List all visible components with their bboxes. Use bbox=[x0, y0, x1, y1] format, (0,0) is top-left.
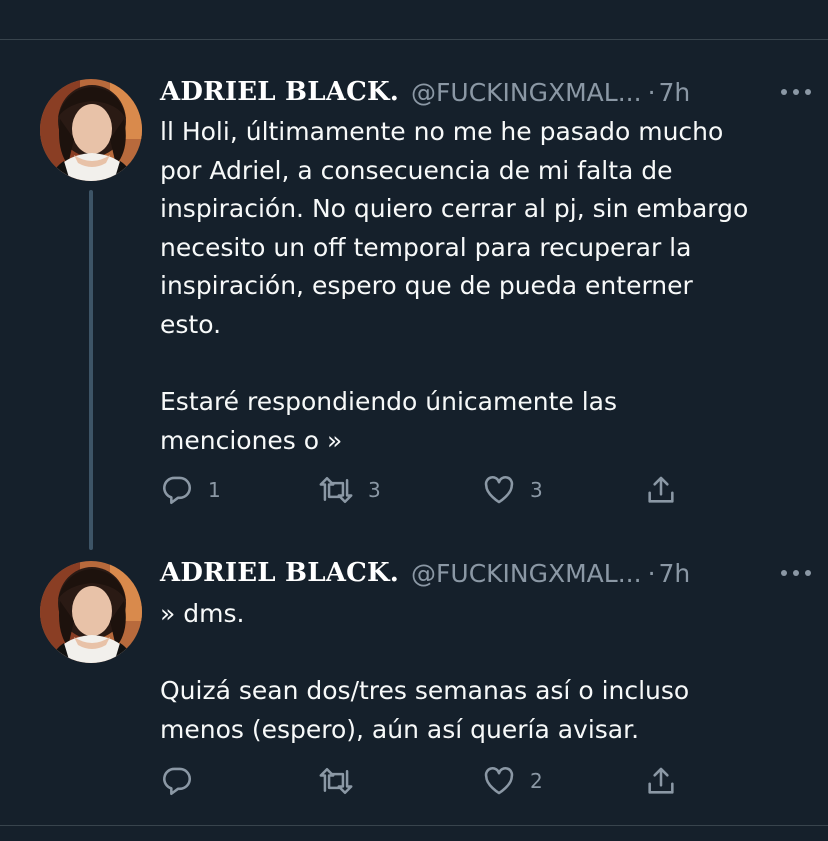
retweet-button[interactable] bbox=[318, 761, 368, 801]
share-icon bbox=[644, 764, 678, 798]
like-count: 2 bbox=[530, 769, 543, 793]
share-button[interactable] bbox=[644, 761, 678, 801]
tweet-text: » dms. Quizá sean dos/tres semanas así o… bbox=[160, 599, 690, 744]
reply-button[interactable] bbox=[160, 761, 208, 801]
avatar[interactable] bbox=[40, 561, 142, 663]
author-handle[interactable]: @FUCKINGXMAL... bbox=[411, 559, 642, 588]
bottom-divider bbox=[0, 825, 828, 826]
tweet-2[interactable]: ADRIEL BLACK. @FUCKINGXMAL... · 7h » dms… bbox=[0, 0, 828, 830]
more-icon[interactable] bbox=[778, 563, 814, 583]
tweet-header: ADRIEL BLACK. @FUCKINGXMAL... · 7h bbox=[160, 553, 798, 593]
retweet-icon bbox=[318, 764, 354, 798]
author-name[interactable]: ADRIEL BLACK. bbox=[160, 558, 399, 588]
like-button[interactable]: 2 bbox=[482, 761, 543, 801]
like-icon bbox=[482, 764, 516, 798]
header-separator: · bbox=[647, 558, 656, 588]
tweet-actions: 2 bbox=[160, 761, 700, 801]
tweet-timestamp[interactable]: 7h bbox=[659, 559, 691, 588]
reply-icon bbox=[160, 764, 194, 798]
